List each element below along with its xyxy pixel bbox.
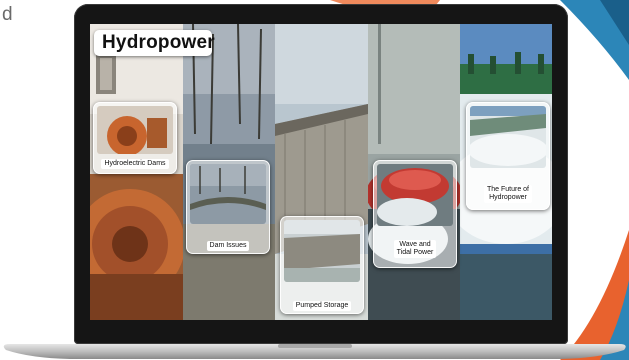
- dam-issues-thumbnail: [190, 164, 266, 224]
- card-future-of-hydropower-label-line2: Hydropower: [489, 194, 527, 202]
- card-wave-tidal-power-label: Wave and Tidal Power: [393, 240, 437, 258]
- corner-text: d: [2, 4, 13, 25]
- future-hydropower-thumbnail: [470, 106, 546, 168]
- laptop-base: [3, 344, 626, 359]
- card-pumped-storage[interactable]: Pumped Storage: [280, 216, 364, 314]
- card-hydroelectric-dams-label: Hydroelectric Dams: [101, 159, 169, 169]
- card-future-of-hydropower[interactable]: The Future of Hydropower: [466, 102, 550, 210]
- card-hydroelectric-dams[interactable]: Hydroelectric Dams: [93, 102, 177, 174]
- card-future-of-hydropower-label-line1: The Future of: [486, 186, 530, 194]
- card-dam-issues-label: Dam Issues: [206, 241, 250, 251]
- card-wave-tidal-power[interactable]: Wave and Tidal Power: [373, 160, 457, 268]
- laptop-screen: Hydropower Hydroelectric Dams Dam Issues…: [90, 24, 552, 320]
- pumped-storage-thumbnail: [284, 220, 360, 282]
- page-title-box: Hydropower: [94, 30, 215, 56]
- card-pumped-storage-label: Pumped Storage: [292, 301, 352, 311]
- page-title: Hydropower: [102, 32, 215, 53]
- card-future-of-hydropower-label: The Future of Hydropower: [483, 185, 533, 203]
- hydroelectric-dams-thumbnail: [97, 106, 173, 154]
- card-dam-issues[interactable]: Dam Issues: [186, 160, 270, 254]
- card-wave-tidal-power-label-line2: Tidal Power: [396, 249, 434, 257]
- card-wave-tidal-power-label-line1: Wave and: [399, 241, 431, 249]
- wave-tidal-power-thumbnail: [377, 164, 453, 226]
